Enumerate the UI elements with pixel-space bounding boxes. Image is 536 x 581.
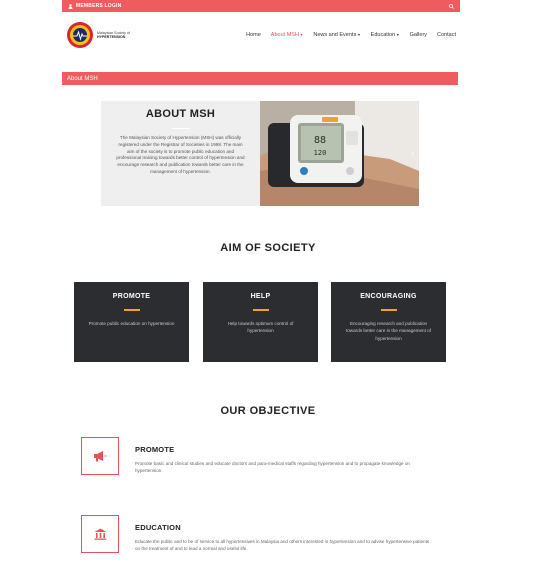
aim-section-title: AIM OF SOCIETY (220, 242, 316, 254)
site-header: Malaysian Society of HYPERTENSION Home A… (62, 18, 460, 52)
aim-card-encouraging: ENCOURAGING Encouraging research and pub… (331, 282, 446, 362)
objective-section-title: OUR OBJECTIVE (220, 405, 316, 417)
aim-card-title: PROMOTE (112, 293, 151, 300)
aim-card-title: HELP (250, 293, 271, 300)
nav-education-label: Education (370, 32, 396, 38)
aim-card-divider (380, 309, 397, 311)
svg-text:120: 120 (314, 149, 327, 157)
nav-contact-label: Contact (437, 32, 456, 38)
nav-gallery-label: Gallery (409, 32, 428, 38)
objective-text: Promote basic and clinical studies and e… (135, 461, 410, 473)
institution-icon (81, 515, 119, 553)
nav-about[interactable]: About MSH ▼ (271, 32, 304, 38)
svg-text:88: 88 (314, 135, 326, 146)
about-description: The Malaysian Society of Hypertension (M… (116, 135, 245, 174)
nav-news-label: News and Events (313, 32, 357, 38)
logo-emblem (67, 22, 93, 48)
chevron-right-icon[interactable]: › (411, 148, 414, 158)
logo-line-2: HYPERTENSION (97, 35, 126, 39)
about-text-panel: ABOUT MSH The Malaysian Society of Hyper… (101, 101, 260, 206)
aim-card-divider (252, 309, 269, 311)
objective-title: EDUCATION (135, 523, 181, 532)
nav-gallery[interactable]: Gallery (410, 32, 427, 38)
top-bar: MEMBERS LOGIN (62, 0, 460, 12)
about-section: ABOUT MSH The Malaysian Society of Hyper… (101, 101, 419, 206)
blood-pressure-monitor-image: 88 120 (260, 101, 419, 206)
megaphone-icon (81, 437, 119, 475)
nav-home[interactable]: Home (246, 32, 261, 38)
members-login-label: MEMBERS LOGIN (76, 3, 122, 9)
objective-title: PROMOTE (135, 445, 175, 454)
aim-card-text: Encouraging research and publication tow… (345, 320, 432, 341)
site-logo[interactable]: Malaysian Society of HYPERTENSION (62, 21, 130, 49)
aim-card-text: Promote public education on hypertension (88, 320, 175, 326)
nav-about-label: About MSH (270, 32, 299, 38)
objective-text: Educate the public and to be of service … (135, 539, 430, 551)
nav-news[interactable]: News and Events ▼ (313, 32, 360, 38)
about-divider (171, 128, 190, 129)
chevron-down-icon: ▼ (299, 33, 304, 37)
aim-card-title: ENCOURAGING (360, 293, 417, 300)
aim-card-text: Help towards optimum control of hyperten… (227, 320, 294, 334)
user-icon (68, 3, 73, 9)
page-title: About MSH (67, 75, 98, 82)
nav-education[interactable]: Education ▼ (371, 32, 400, 38)
main-nav: Home About MSH ▼ News and Events ▼ Educati… (246, 32, 460, 38)
members-login-link[interactable]: MEMBERS LOGIN (68, 3, 121, 9)
aim-card-help: HELP Help towards optimum control of hyp… (203, 282, 318, 362)
chevron-down-icon: ▼ (396, 33, 400, 37)
nav-contact[interactable]: Contact (437, 32, 456, 38)
aim-card-promote: PROMOTE Promote public education on hype… (74, 282, 189, 362)
search-icon[interactable] (449, 3, 454, 9)
objective-item-education: EDUCATION Educate the public and to be o… (81, 515, 441, 560)
nav-home-label: Home (246, 32, 261, 38)
page-title-banner: About MSH (62, 72, 458, 85)
about-image-slider[interactable]: 88 120 › (260, 101, 419, 206)
logo-text: Malaysian Society of HYPERTENSION (97, 31, 130, 40)
objective-item-promote: PROMOTE Promote basic and clinical studi… (81, 437, 441, 482)
about-title: ABOUT MSH (145, 108, 216, 120)
aim-card-divider (123, 309, 140, 311)
chevron-down-icon: ▼ (357, 33, 361, 37)
